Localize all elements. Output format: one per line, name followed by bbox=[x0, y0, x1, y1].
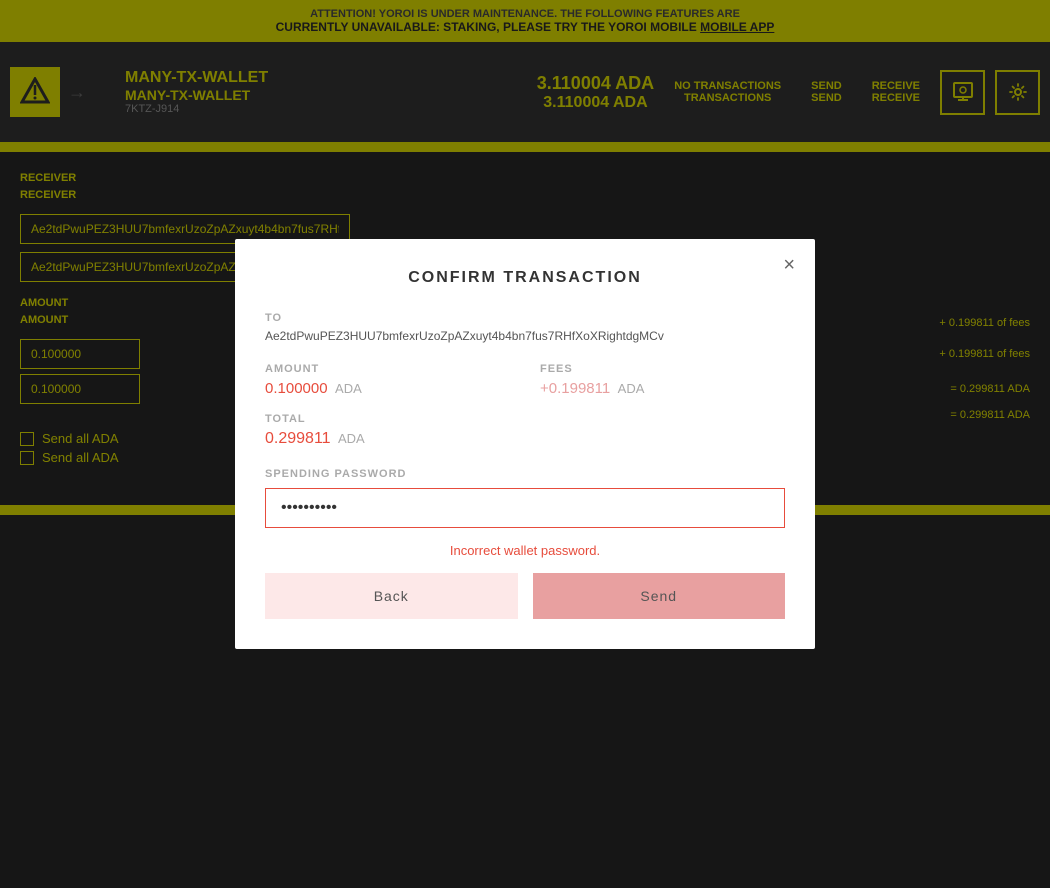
modal-total-label: TOTAL bbox=[265, 413, 785, 425]
modal-fees-value: +0.199811 bbox=[540, 380, 610, 397]
modal-amount-label: AMOUNT bbox=[265, 363, 510, 375]
modal-password-input[interactable] bbox=[265, 488, 785, 528]
modal-amount-currency: ADA bbox=[335, 381, 362, 396]
modal-fees-currency: ADA bbox=[618, 381, 645, 396]
modal-to-label: TO bbox=[265, 312, 785, 324]
modal-total-currency: ADA bbox=[338, 431, 365, 446]
modal-title: CONFIRM TRANSACTION bbox=[265, 269, 785, 287]
confirm-transaction-modal: × CONFIRM TRANSACTION TO Ae2tdPwuPEZ3HUU… bbox=[235, 239, 815, 649]
modal-buttons: Back Send bbox=[265, 573, 785, 619]
modal-overlay: × CONFIRM TRANSACTION TO Ae2tdPwuPEZ3HUU… bbox=[0, 0, 1050, 888]
modal-amount-col: AMOUNT 0.100000 ADA bbox=[265, 363, 510, 398]
modal-address: Ae2tdPwuPEZ3HUU7bmfexrUzoZpAZxuyt4b4bn7f… bbox=[265, 329, 785, 343]
modal-fees-col: FEES +0.199811 ADA bbox=[540, 363, 785, 398]
modal-send-button[interactable]: Send bbox=[533, 573, 786, 619]
modal-back-button[interactable]: Back bbox=[265, 573, 518, 619]
modal-password-label: SPENDING PASSWORD bbox=[265, 468, 785, 480]
modal-total-section: TOTAL 0.299811 ADA bbox=[265, 413, 785, 448]
modal-amount-value: 0.100000 bbox=[265, 380, 328, 397]
modal-amount-fees-row: AMOUNT 0.100000 ADA FEES +0.199811 ADA bbox=[265, 363, 785, 398]
modal-close-button[interactable]: × bbox=[783, 254, 795, 277]
modal-fees-label: FEES bbox=[540, 363, 785, 375]
modal-total-value: 0.299811 bbox=[265, 430, 331, 447]
modal-error-message: Incorrect wallet password. bbox=[265, 543, 785, 558]
